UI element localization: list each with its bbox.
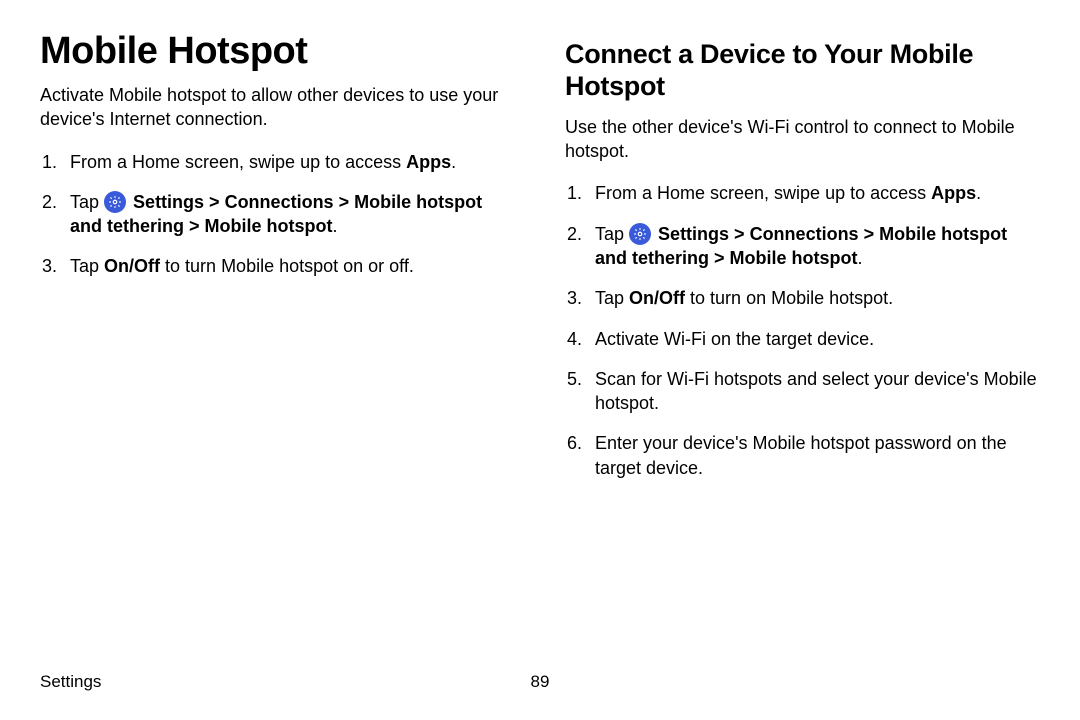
intro-paragraph: Use the other device's Wi-Fi control to … xyxy=(565,115,1040,164)
step-text: . xyxy=(976,183,981,203)
step-bold: Settings > Connections > Mobile hotspot … xyxy=(595,224,1007,268)
step-text: Tap xyxy=(595,288,629,308)
step-text: . xyxy=(858,248,863,268)
settings-icon xyxy=(104,191,126,213)
footer-page-number: 89 xyxy=(531,672,550,692)
content-columns: Mobile Hotspot Activate Mobile hotspot t… xyxy=(40,30,1040,496)
list-item: Activate Wi-Fi on the target device. xyxy=(565,327,1040,351)
step-bold: On/Off xyxy=(629,288,685,308)
footer-section-name: Settings xyxy=(40,672,101,692)
step-text: Tap xyxy=(595,224,629,244)
step-text: . xyxy=(333,216,338,236)
step-text: Scan for Wi-Fi hotspots and select your … xyxy=(595,369,1037,413)
step-text: From a Home screen, swipe up to access xyxy=(595,183,931,203)
settings-icon xyxy=(629,223,651,245)
list-item: Enter your device's Mobile hotspot passw… xyxy=(565,431,1040,480)
step-text: to turn on Mobile hotspot. xyxy=(685,288,893,308)
list-item: Tap On/Off to turn on Mobile hotspot. xyxy=(565,286,1040,310)
page-title: Mobile Hotspot xyxy=(40,30,515,73)
step-text: to turn Mobile hotspot on or off. xyxy=(160,256,414,276)
step-bold: Apps xyxy=(406,152,451,172)
list-item: From a Home screen, swipe up to access A… xyxy=(40,150,515,174)
step-text: Activate Wi-Fi on the target device. xyxy=(595,329,874,349)
left-column: Mobile Hotspot Activate Mobile hotspot t… xyxy=(40,30,515,496)
step-bold: Settings > Connections > Mobile hotspot … xyxy=(70,192,482,236)
step-bold: Apps xyxy=(931,183,976,203)
list-item: Tap Settings > Connections > Mobile hots… xyxy=(40,190,515,239)
step-text: Tap xyxy=(70,256,104,276)
step-text: From a Home screen, swipe up to access xyxy=(70,152,406,172)
step-bold: On/Off xyxy=(104,256,160,276)
step-text: Tap xyxy=(70,192,104,212)
right-column: Connect a Device to Your Mobile Hotspot … xyxy=(565,30,1040,496)
step-text: . xyxy=(451,152,456,172)
steps-list-right: From a Home screen, swipe up to access A… xyxy=(565,181,1040,480)
step-text: Enter your device's Mobile hotspot passw… xyxy=(595,433,1007,477)
list-item: Scan for Wi-Fi hotspots and select your … xyxy=(565,367,1040,416)
section-heading: Connect a Device to Your Mobile Hotspot xyxy=(565,38,1040,103)
list-item: Tap Settings > Connections > Mobile hots… xyxy=(565,222,1040,271)
steps-list-left: From a Home screen, swipe up to access A… xyxy=(40,150,515,279)
page-footer: Settings 89 xyxy=(40,672,1040,692)
list-item: From a Home screen, swipe up to access A… xyxy=(565,181,1040,205)
intro-paragraph: Activate Mobile hotspot to allow other d… xyxy=(40,83,515,132)
list-item: Tap On/Off to turn Mobile hotspot on or … xyxy=(40,254,515,278)
